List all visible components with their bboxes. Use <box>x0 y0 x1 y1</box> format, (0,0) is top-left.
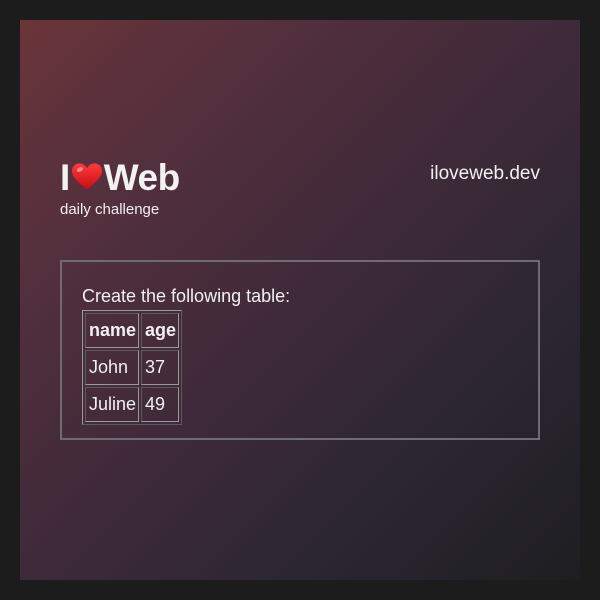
logo-suffix: Web <box>103 156 180 198</box>
challenge-prompt: Create the following table: <box>82 286 291 306</box>
logo: I Web <box>60 155 180 199</box>
table-row: Juline 49 <box>85 387 180 422</box>
tagline: daily challenge <box>60 201 160 218</box>
logo-prefix: I <box>60 156 70 198</box>
table-header-row: name age <box>85 313 180 348</box>
challenge-box: Create the following table: name age Joh… <box>60 260 540 440</box>
table-row: John 37 <box>85 350 180 385</box>
cell-name: John <box>85 350 140 385</box>
challenge-card: I Web daily challenge iloveweb.dev Creat… <box>20 20 580 580</box>
site-url: iloveweb.dev <box>430 163 540 184</box>
heart-icon <box>71 163 102 191</box>
cell-name: Juline <box>85 387 140 422</box>
example-table: name age John 37 Juline 49 <box>82 310 183 425</box>
header-age: age <box>141 313 180 348</box>
cell-age: 49 <box>141 387 180 422</box>
brand-block: I Web daily challenge <box>60 155 180 219</box>
header-name: name <box>85 313 140 348</box>
cell-age: 37 <box>141 350 180 385</box>
